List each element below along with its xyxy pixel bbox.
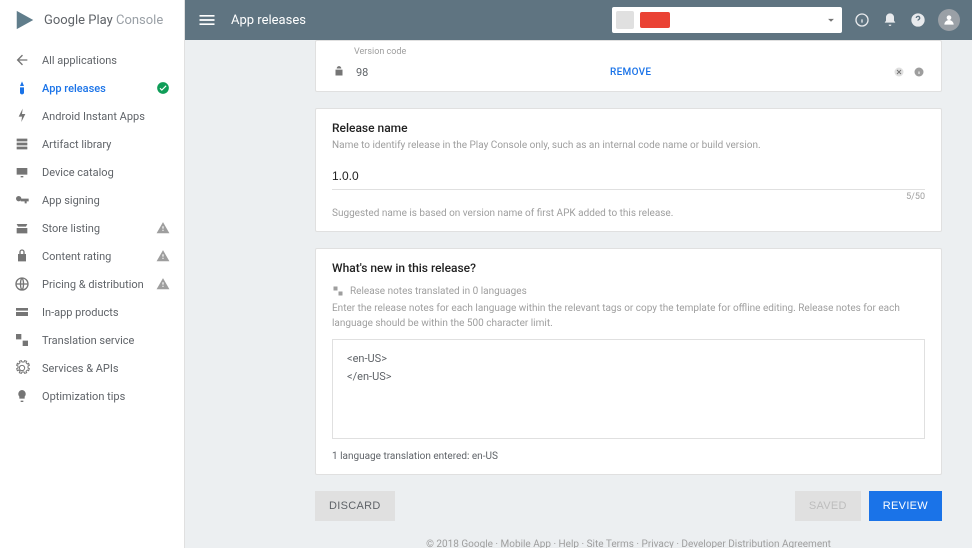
footer-link[interactable]: Privacy: [642, 539, 674, 548]
whats-new-title: What's new in this release?: [332, 261, 925, 275]
char-count: 5/50: [332, 192, 925, 202]
warning-icon: [156, 221, 170, 235]
chevron-down-icon: [824, 13, 838, 27]
nav-label: Store listing: [42, 222, 100, 235]
action-bar: DISCARD SAVED REVIEW: [315, 491, 942, 521]
info-icon[interactable]: [854, 12, 870, 28]
nav-store-listing[interactable]: Store listing: [0, 214, 184, 242]
translations-entered: 1 language translation entered: en-US: [332, 451, 925, 462]
apk-row: 98 REMOVE: [316, 57, 941, 91]
android-icon: [332, 65, 346, 79]
nav-label: Device catalog: [42, 166, 114, 179]
remove-button[interactable]: REMOVE: [610, 67, 651, 78]
rocket-icon: [14, 80, 30, 96]
nav-app-signing[interactable]: App signing: [0, 186, 184, 214]
copyright: © 2018 Google: [426, 539, 493, 548]
footer-link[interactable]: Mobile App: [501, 539, 551, 548]
page-title: App releases: [231, 13, 306, 28]
nav-content-rating[interactable]: Content rating: [0, 242, 184, 270]
nav-label: Translation service: [42, 334, 134, 347]
menu-icon[interactable]: [197, 10, 217, 30]
brand-part2: Console: [116, 13, 163, 28]
nav-instant-apps[interactable]: Android Instant Apps: [0, 102, 184, 130]
nav-label: Optimization tips: [42, 390, 125, 403]
release-notes-textarea[interactable]: [332, 339, 925, 439]
whats-new-desc: Enter the release notes for each languag…: [332, 301, 925, 331]
brand-text: Google Play Console: [44, 13, 163, 28]
person-icon: [942, 13, 956, 27]
warning-icon: [156, 277, 170, 291]
app-thumb-icon: [616, 11, 634, 29]
bell-icon[interactable]: [882, 12, 898, 28]
nav-label: Pricing & distribution: [42, 278, 144, 291]
play-console-logo-icon: [14, 9, 36, 31]
release-name-help: Name to identify release in the Play Con…: [332, 139, 925, 153]
lock-icon: [14, 248, 30, 264]
nav-label: All applications: [42, 54, 117, 67]
translate-icon: [332, 285, 344, 297]
sidebar: Google Play Console All applications App…: [0, 0, 185, 548]
warning-icon: [156, 249, 170, 263]
footer-link[interactable]: Help: [559, 539, 579, 548]
release-name-input[interactable]: [332, 163, 925, 190]
content: Version code 98 REMOVE Release name Name…: [185, 40, 972, 548]
discard-button[interactable]: DISCARD: [315, 491, 395, 521]
account-avatar[interactable]: [938, 9, 960, 31]
review-button[interactable]: REVIEW: [869, 491, 942, 521]
footer-link[interactable]: Developer Distribution Agreement: [681, 539, 831, 548]
nav-label: Artifact library: [42, 138, 111, 151]
nav-label: Content rating: [42, 250, 111, 263]
brand: Google Play Console: [0, 0, 184, 40]
shop-icon: [14, 220, 30, 236]
nav-optimization-tips[interactable]: Optimization tips: [0, 382, 184, 410]
nav-label: Services & APIs: [42, 362, 119, 375]
close-icon[interactable]: [893, 66, 905, 78]
app-name-redacted: [640, 12, 670, 28]
nav-label: App releases: [42, 82, 106, 95]
release-name-suggested: Suggested name is based on version name …: [332, 208, 925, 219]
library-icon: [14, 136, 30, 152]
nav-label: App signing: [42, 194, 100, 207]
nav-label: In-app products: [42, 306, 119, 319]
brand-part1: Google Play: [44, 13, 113, 28]
footer-link[interactable]: Site Terms: [587, 539, 634, 548]
nav-translation-service[interactable]: Translation service: [0, 326, 184, 354]
bulb-icon: [14, 388, 30, 404]
translated-count: Release notes translated in 0 languages: [350, 286, 527, 297]
saved-button: SAVED: [795, 491, 861, 521]
nav-app-releases[interactable]: App releases: [0, 74, 184, 102]
card-icon: [14, 304, 30, 320]
nav-artifact-library[interactable]: Artifact library: [0, 130, 184, 158]
bolt-icon: [14, 108, 30, 124]
nav-label: Android Instant Apps: [42, 110, 145, 123]
globe-icon: [14, 276, 30, 292]
nav: All applications App releases Android In…: [0, 40, 184, 410]
nav-services-apis[interactable]: Services & APIs: [0, 354, 184, 382]
main: App releases Version code: [185, 0, 972, 548]
devices-icon: [14, 164, 30, 180]
topbar: App releases: [185, 0, 972, 40]
footer: © 2018 Google · Mobile App · Help · Site…: [315, 535, 942, 548]
release-name-title: Release name: [332, 121, 925, 135]
check-circle-icon: [156, 81, 170, 95]
nav-in-app-products[interactable]: In-app products: [0, 298, 184, 326]
settings-icon: [14, 360, 30, 376]
app-selector[interactable]: [612, 7, 842, 33]
translate-icon: [14, 332, 30, 348]
version-code-value: 98: [356, 66, 368, 79]
translated-row: Release notes translated in 0 languages: [332, 285, 925, 297]
arrow-back-icon: [14, 52, 30, 68]
key-icon: [14, 192, 30, 208]
nav-device-catalog[interactable]: Device catalog: [0, 158, 184, 186]
nav-all-applications[interactable]: All applications: [0, 46, 184, 74]
help-icon[interactable]: [910, 12, 926, 28]
release-name-card: Release name Name to identify release in…: [315, 108, 942, 232]
version-code-header: Version code: [354, 47, 925, 57]
version-code-card: Version code 98 REMOVE: [315, 40, 942, 92]
info-small-icon[interactable]: [913, 66, 925, 78]
whats-new-card: What's new in this release? Release note…: [315, 248, 942, 475]
nav-pricing-distribution[interactable]: Pricing & distribution: [0, 270, 184, 298]
